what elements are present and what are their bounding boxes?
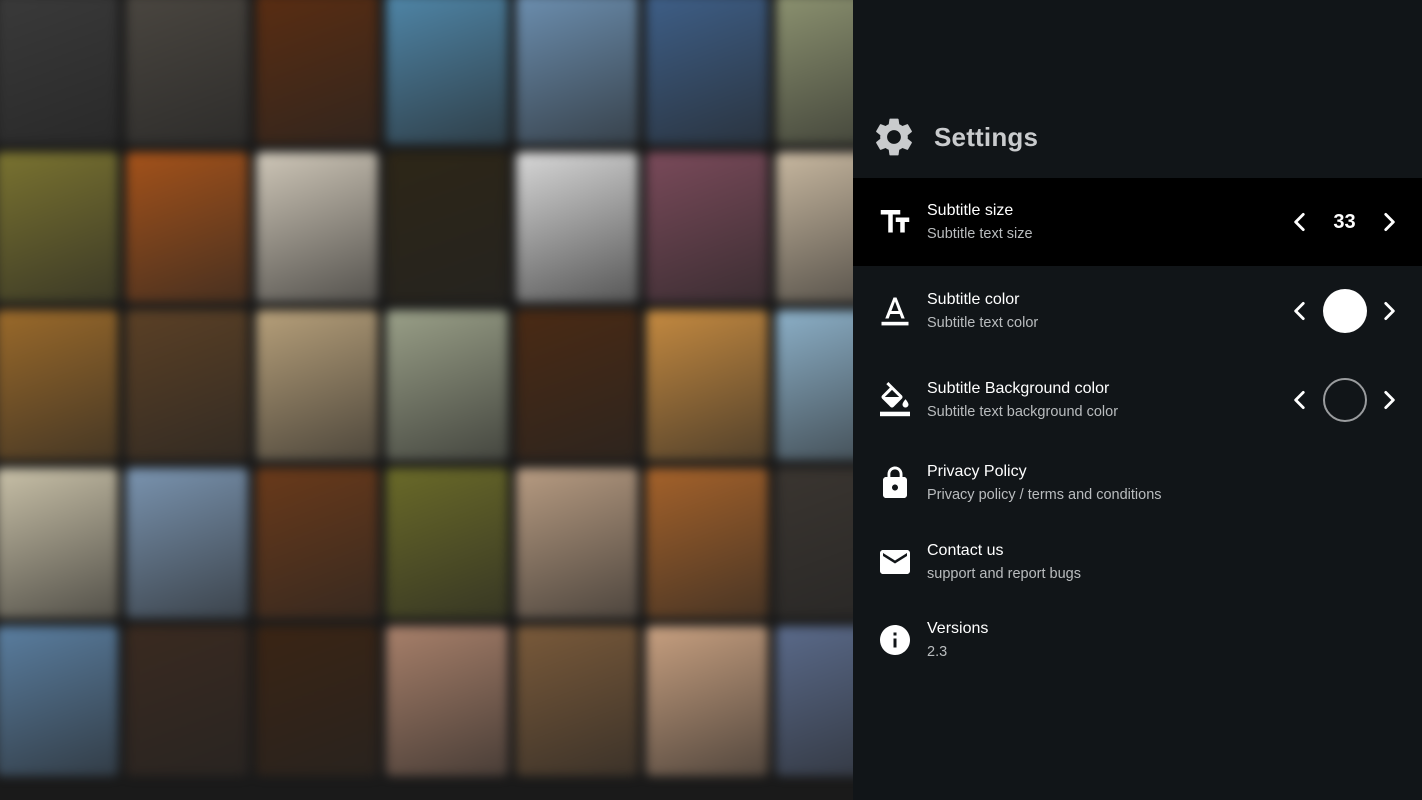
blurred-poster	[126, 626, 248, 776]
chevron-right-icon[interactable]	[1376, 298, 1402, 324]
chevron-right-icon[interactable]	[1376, 387, 1402, 413]
setting-title: Subtitle size	[927, 201, 1014, 219]
poster-wall-background	[0, 0, 853, 800]
setting-text: Versions 2.3	[927, 619, 988, 662]
setting-subtitle: Subtitle text background color	[927, 403, 1119, 420]
setting-text: Contact us support and report bugs	[927, 541, 1081, 584]
setting-row-subtitle-color[interactable]: Subtitle color Subtitle text color	[853, 267, 1422, 355]
blurred-poster	[386, 468, 508, 618]
subtitle-color-swatch	[1322, 289, 1367, 333]
text-size-icon	[877, 204, 913, 240]
blurred-poster	[516, 310, 638, 460]
setting-row-versions[interactable]: Versions 2.3	[853, 596, 1422, 684]
blurred-poster	[386, 626, 508, 776]
blurred-poster	[516, 152, 638, 302]
blurred-poster	[646, 626, 768, 776]
blurred-poster	[0, 468, 118, 618]
blurred-poster	[386, 310, 508, 460]
blurred-poster	[126, 152, 248, 302]
chevron-left-icon[interactable]	[1287, 298, 1313, 324]
blurred-poster	[516, 468, 638, 618]
setting-text: Privacy Policy Privacy policy / terms an…	[927, 462, 1162, 505]
color-swatch-container	[1313, 378, 1376, 422]
blurred-poster	[256, 0, 378, 144]
paint-bucket-icon	[877, 382, 913, 418]
subtitle-color-stepper	[1287, 289, 1402, 333]
blurred-poster	[646, 0, 768, 144]
subtitle-background-color-stepper	[1287, 378, 1402, 422]
blurred-poster	[386, 0, 508, 144]
setting-subtitle: Privacy policy / terms and conditions	[927, 486, 1162, 503]
setting-row-subtitle-size[interactable]: Subtitle size Subtitle text size 33	[853, 178, 1422, 266]
blurred-poster	[646, 310, 768, 460]
blurred-poster	[776, 0, 853, 144]
chevron-right-icon[interactable]	[1376, 209, 1402, 235]
setting-row-privacy-policy[interactable]: Privacy Policy Privacy policy / terms an…	[853, 439, 1422, 527]
setting-row-subtitle-background-color[interactable]: Subtitle Background color Subtitle text …	[853, 356, 1422, 444]
subtitle-size-stepper: 33	[1287, 209, 1402, 235]
subtitle-background-color-swatch	[1322, 378, 1367, 422]
setting-subtitle: support and report bugs	[927, 565, 1081, 582]
color-swatch-container	[1313, 289, 1376, 333]
blurred-poster	[776, 468, 853, 618]
blurred-poster	[0, 0, 118, 144]
setting-title: Subtitle Background color	[927, 379, 1110, 397]
setting-text: Subtitle size Subtitle text size	[927, 201, 1033, 244]
blurred-poster	[0, 310, 118, 460]
setting-text: Subtitle color Subtitle text color	[927, 290, 1038, 333]
blurred-poster	[516, 0, 638, 144]
mail-icon	[877, 544, 913, 580]
blurred-poster	[126, 310, 248, 460]
blurred-poster	[776, 152, 853, 302]
setting-subtitle: Subtitle text size	[927, 225, 1033, 242]
blurred-poster	[776, 626, 853, 776]
blurred-poster	[776, 310, 853, 460]
blurred-poster	[386, 152, 508, 302]
blurred-poster	[126, 468, 248, 618]
blurred-poster	[126, 0, 248, 144]
setting-title: Subtitle color	[927, 290, 1020, 308]
blurred-poster	[0, 626, 118, 776]
page-title: Settings	[934, 121, 1039, 152]
lock-icon	[877, 465, 913, 501]
setting-title: Versions	[927, 619, 989, 637]
gear-icon	[876, 118, 912, 156]
subtitle-size-value: 33	[1333, 210, 1356, 233]
blurred-poster	[256, 468, 378, 618]
blurred-poster	[516, 626, 638, 776]
text-color-icon	[877, 293, 913, 329]
settings-panel: Settings Subtitle size Subtitle text siz…	[853, 0, 1422, 800]
blurred-poster	[256, 310, 378, 460]
chevron-left-icon[interactable]	[1287, 209, 1313, 235]
setting-text: Subtitle Background color Subtitle text …	[927, 379, 1118, 422]
version-value: 2.3	[927, 643, 948, 660]
info-icon	[877, 622, 913, 658]
setting-title: Contact us	[927, 541, 1004, 559]
blurred-poster	[0, 152, 118, 302]
chevron-left-icon[interactable]	[1287, 387, 1313, 413]
setting-row-contact-us[interactable]: Contact us support and report bugs	[853, 518, 1422, 606]
blurred-poster	[256, 152, 378, 302]
blurred-poster	[646, 468, 768, 618]
setting-title: Privacy Policy	[927, 462, 1027, 480]
blurred-poster	[256, 626, 378, 776]
setting-subtitle: Subtitle text color	[927, 314, 1039, 331]
blurred-poster	[646, 152, 768, 302]
settings-header: Settings	[853, 104, 1422, 170]
poster-grid	[0, 0, 853, 776]
